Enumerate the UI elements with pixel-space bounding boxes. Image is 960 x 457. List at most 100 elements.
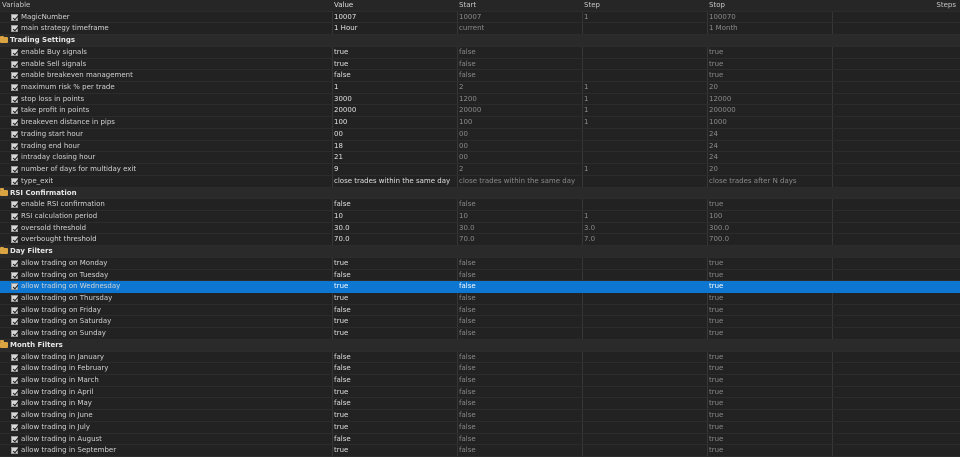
- table-row[interactable]: maximum risk % per trade 1 2 1 20: [0, 82, 960, 94]
- start-cell[interactable]: false: [459, 387, 583, 398]
- optimize-checkbox[interactable]: [11, 294, 18, 302]
- stop-cell[interactable]: true: [709, 422, 832, 433]
- group-row[interactable]: Trading Settings: [0, 35, 960, 47]
- optimize-checkbox[interactable]: [11, 84, 18, 92]
- optimize-checkbox[interactable]: [11, 236, 18, 244]
- optimize-checkbox[interactable]: [11, 48, 18, 56]
- column-header-value[interactable]: Value: [334, 0, 456, 11]
- optimize-checkbox[interactable]: [11, 283, 18, 291]
- value-cell[interactable]: 1: [334, 82, 456, 93]
- optimize-checkbox[interactable]: [11, 25, 18, 33]
- table-row[interactable]: allow trading on Saturday true false true: [0, 316, 960, 329]
- stop-cell[interactable]: 1000: [709, 117, 832, 128]
- stop-cell[interactable]: true: [709, 398, 832, 409]
- optimize-checkbox[interactable]: [11, 166, 18, 174]
- column-header-stop[interactable]: Stop: [709, 0, 832, 11]
- start-cell[interactable]: close trades within the same day: [459, 176, 583, 187]
- stop-cell[interactable]: 100070: [709, 12, 832, 23]
- table-row[interactable]: MagicNumber 10007 10007 1 100070: [0, 11, 960, 24]
- value-cell[interactable]: 21: [334, 152, 456, 163]
- value-cell[interactable]: false: [334, 375, 456, 386]
- optimize-checkbox[interactable]: [11, 259, 18, 267]
- start-cell[interactable]: false: [459, 70, 583, 81]
- stop-cell[interactable]: true: [709, 293, 832, 304]
- table-row[interactable]: enable breakeven management false false tru…: [0, 70, 960, 83]
- stop-cell[interactable]: 24: [709, 152, 832, 163]
- stop-cell[interactable]: 1 Month: [709, 23, 832, 34]
- value-cell[interactable]: false: [334, 398, 456, 409]
- table-row[interactable]: allow trading in June true false true: [0, 410, 960, 422]
- stop-cell[interactable]: close trades after N days: [709, 176, 832, 187]
- stop-cell[interactable]: 24: [709, 141, 832, 152]
- step-cell[interactable]: [584, 398, 708, 409]
- start-cell[interactable]: 10: [459, 211, 583, 222]
- start-cell[interactable]: false: [459, 410, 583, 421]
- group-row[interactable]: Day Filters: [0, 246, 960, 258]
- step-cell[interactable]: 1: [584, 105, 708, 116]
- column-header-variable[interactable]: Variable: [2, 0, 334, 11]
- optimize-checkbox[interactable]: [11, 423, 18, 431]
- stop-cell[interactable]: true: [709, 59, 832, 70]
- step-cell[interactable]: [584, 23, 708, 34]
- stop-cell[interactable]: true: [709, 199, 832, 210]
- table-row[interactable]: allow trading on Thursday true false true: [0, 292, 960, 305]
- value-cell[interactable]: 9: [334, 164, 456, 175]
- step-cell[interactable]: [584, 445, 708, 456]
- table-row[interactable]: trading start hour 00 00 24: [0, 128, 960, 141]
- stop-cell[interactable]: true: [709, 434, 832, 445]
- stop-cell[interactable]: 300.0: [709, 223, 832, 234]
- value-cell[interactable]: true: [334, 328, 456, 339]
- value-cell[interactable]: true: [334, 445, 456, 456]
- stop-cell[interactable]: true: [709, 375, 832, 386]
- step-cell[interactable]: [584, 363, 708, 374]
- table-row[interactable]: allow trading in August false false true: [0, 433, 960, 446]
- step-cell[interactable]: [584, 258, 708, 269]
- value-cell[interactable]: 10007: [334, 12, 456, 23]
- start-cell[interactable]: 00: [459, 152, 583, 163]
- table-row[interactable]: enable RSI confirmation false false true: [0, 199, 960, 211]
- start-cell[interactable]: false: [459, 47, 583, 58]
- step-cell[interactable]: 1: [584, 117, 708, 128]
- start-cell[interactable]: false: [459, 398, 583, 409]
- table-row[interactable]: breakeven distance in pips 100 100 1 1000: [0, 117, 960, 129]
- value-cell[interactable]: true: [334, 293, 456, 304]
- group-row[interactable]: Month Filters: [0, 339, 960, 352]
- optimize-checkbox[interactable]: [11, 212, 18, 220]
- step-cell[interactable]: [584, 305, 708, 316]
- value-cell[interactable]: true: [334, 422, 456, 433]
- stop-cell[interactable]: true: [709, 281, 832, 292]
- optimize-checkbox[interactable]: [11, 447, 18, 455]
- column-header-steps[interactable]: Steps: [834, 0, 958, 11]
- optimize-checkbox[interactable]: [11, 412, 18, 420]
- value-cell[interactable]: true: [334, 59, 456, 70]
- value-cell[interactable]: true: [334, 47, 456, 58]
- start-cell[interactable]: 00: [459, 141, 583, 152]
- step-cell[interactable]: [584, 59, 708, 70]
- step-cell[interactable]: [584, 316, 708, 327]
- value-cell[interactable]: true: [334, 258, 456, 269]
- optimize-checkbox[interactable]: [11, 130, 18, 138]
- start-cell[interactable]: false: [459, 270, 583, 281]
- start-cell[interactable]: 30.0: [459, 223, 583, 234]
- value-cell[interactable]: 1 Hour: [334, 23, 456, 34]
- step-cell[interactable]: [584, 387, 708, 398]
- table-row[interactable]: trading end hour 18 00 24: [0, 140, 960, 153]
- table-row[interactable]: main strategy timeframe 1 Hour current 1 Mo…: [0, 23, 960, 36]
- stop-cell[interactable]: true: [709, 328, 832, 339]
- step-cell[interactable]: 1: [584, 82, 708, 93]
- start-cell[interactable]: false: [459, 328, 583, 339]
- table-row[interactable]: allow trading on Tuesday false false true: [0, 269, 960, 282]
- table-row[interactable]: enable Sell signals true false true: [0, 58, 960, 71]
- start-cell[interactable]: false: [459, 363, 583, 374]
- step-cell[interactable]: 1: [584, 164, 708, 175]
- value-cell[interactable]: false: [334, 70, 456, 81]
- stop-cell[interactable]: true: [709, 363, 832, 374]
- start-cell[interactable]: false: [459, 316, 583, 327]
- step-cell[interactable]: [584, 410, 708, 421]
- start-cell[interactable]: false: [459, 293, 583, 304]
- value-cell[interactable]: 3000: [334, 94, 456, 105]
- value-cell[interactable]: false: [334, 270, 456, 281]
- stop-cell[interactable]: 24: [709, 129, 832, 140]
- start-cell[interactable]: false: [459, 59, 583, 70]
- start-cell[interactable]: 2: [459, 82, 583, 93]
